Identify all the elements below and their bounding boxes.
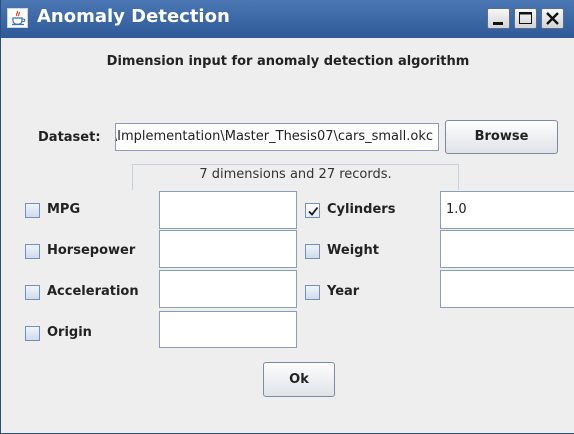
weight-label: Weight <box>327 243 379 258</box>
dataset-info: 7 dimensions and 27 records. <box>132 164 459 190</box>
weight-input[interactable] <box>440 230 574 268</box>
mpg-checkbox[interactable] <box>25 203 40 218</box>
origin-label: Origin <box>47 325 92 340</box>
acceleration-label: Acceleration <box>47 284 139 299</box>
year-input[interactable] <box>440 270 574 308</box>
year-label: Year <box>327 284 360 299</box>
origin-checkbox[interactable] <box>25 326 40 341</box>
year-checkbox[interactable] <box>305 285 320 300</box>
browse-button[interactable]: Browse <box>445 120 558 154</box>
maximize-button[interactable] <box>514 8 537 29</box>
close-button[interactable] <box>541 8 564 29</box>
acceleration-checkbox[interactable] <box>25 285 40 300</box>
dataset-label: Dataset: <box>38 130 101 145</box>
mpg-label: MPG <box>47 202 81 217</box>
ok-button[interactable]: Ok <box>263 362 335 397</box>
weight-checkbox[interactable] <box>305 244 320 259</box>
dataset-path-field[interactable]: ...\Implementation\Master_Thesis07\cars_… <box>115 123 439 151</box>
window-title: Anomaly Detection <box>37 6 230 27</box>
title-bar[interactable]: Anomaly Detection <box>1 0 574 38</box>
horsepower-input[interactable] <box>159 230 297 268</box>
origin-input[interactable] <box>159 311 297 348</box>
dialog-heading: Dimension input for anomaly detection al… <box>106 54 470 69</box>
close-icon <box>546 12 559 25</box>
horsepower-checkbox[interactable] <box>25 244 40 259</box>
mpg-input[interactable] <box>159 191 297 229</box>
acceleration-input[interactable] <box>159 270 297 308</box>
minimize-icon <box>493 22 503 25</box>
maximize-icon <box>519 12 532 24</box>
horsepower-label: Horsepower <box>47 243 136 258</box>
cylinders-input[interactable]: 1.0 <box>440 191 574 229</box>
cylinders-label: Cylinders <box>327 202 396 217</box>
dataset-path-value: ...\Implementation\Master_Thesis07\cars_… <box>115 129 433 144</box>
checkmark-icon <box>308 206 319 216</box>
cylinders-checkbox[interactable] <box>305 203 320 218</box>
java-cup-icon[interactable] <box>7 8 28 28</box>
anomaly-detection-window: Anomaly Detection Dimension input for an… <box>0 0 574 434</box>
minimize-button[interactable] <box>487 8 510 29</box>
